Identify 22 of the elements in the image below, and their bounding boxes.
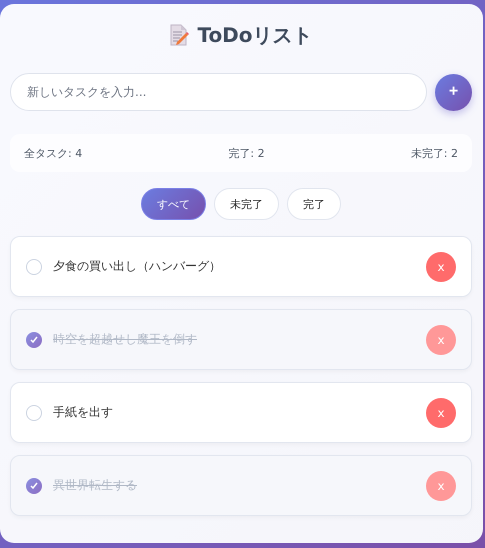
task-text: 夕食の買い出し（ハンバーグ） xyxy=(53,258,222,275)
stat-text: 全タスク: 4 xyxy=(24,146,82,160)
stat-text: 完了: 2 xyxy=(228,146,265,160)
task-checkbox[interactable] xyxy=(26,478,42,494)
delete-button[interactable]: x xyxy=(426,398,456,428)
filter-tab[interactable]: 未完了 xyxy=(214,188,279,220)
check-icon xyxy=(29,480,39,490)
stat-text: 未完了: 2 xyxy=(410,146,458,160)
task-input[interactable]: 新しいタスクを入力... xyxy=(10,73,427,111)
task-checkbox[interactable] xyxy=(26,258,42,274)
task-text: 時空を超越せし魔王を倒す xyxy=(53,331,198,348)
task-checkbox[interactable] xyxy=(26,332,42,348)
memo-icon xyxy=(169,24,190,46)
task-checkbox[interactable] xyxy=(26,404,42,420)
add-button[interactable]: + xyxy=(435,74,472,110)
app-title: ToDoリスト xyxy=(197,22,313,48)
delete-button[interactable]: x xyxy=(426,252,456,282)
filter-tab[interactable]: 完了 xyxy=(287,188,341,220)
task-text: 手紙を出す xyxy=(53,404,114,421)
task-text: 異世界転生する xyxy=(53,477,138,494)
check-icon xyxy=(29,334,39,344)
filter-tab[interactable]: すべて xyxy=(141,188,206,220)
